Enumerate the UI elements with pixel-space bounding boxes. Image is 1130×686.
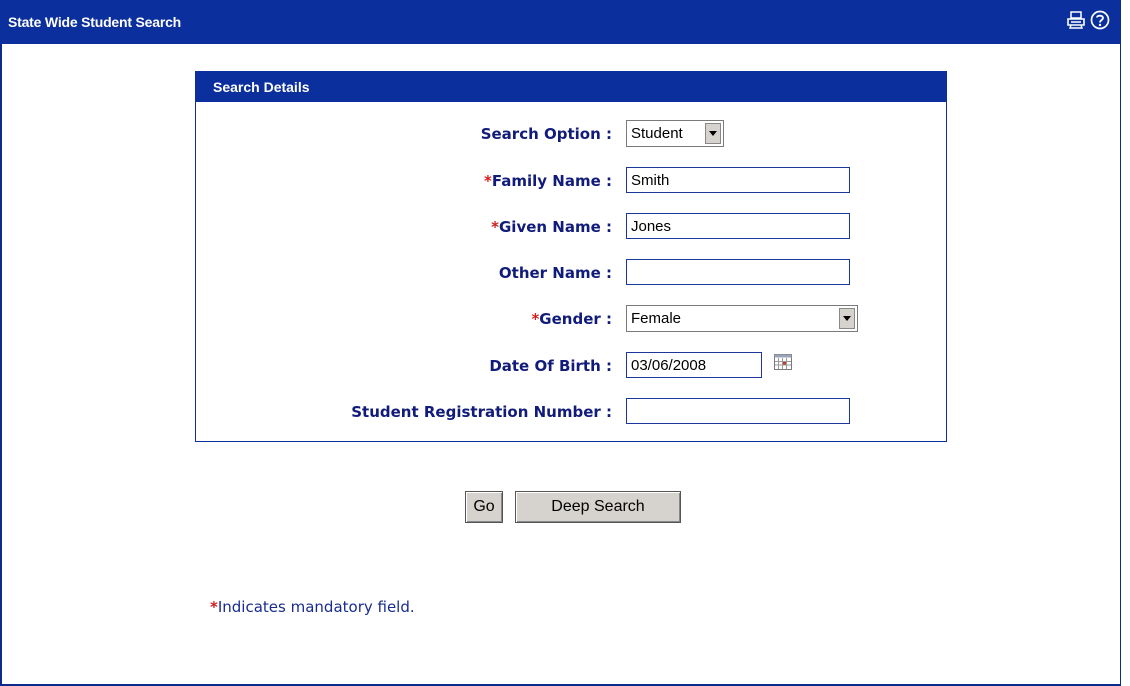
help-icon[interactable] [1090, 10, 1110, 30]
deep-search-button[interactable]: Deep Search [515, 491, 681, 523]
dob-row: Date Of Birth : [196, 352, 946, 380]
go-button[interactable]: Go [465, 491, 503, 523]
family-name-label: *Family Name : [484, 167, 612, 195]
gender-select[interactable]: Female [626, 305, 858, 332]
given-name-row: *Given Name : [196, 213, 946, 241]
family-name-input[interactable] [626, 167, 850, 193]
window-title: State Wide Student Search [8, 14, 182, 30]
gender-label-text: Gender : [539, 310, 612, 328]
title-bar: State Wide Student Search [0, 0, 1120, 44]
dob-label: Date Of Birth : [489, 357, 612, 375]
chevron-down-icon[interactable] [839, 308, 855, 329]
required-mark: * [491, 218, 499, 236]
mandatory-note: *Indicates mandatory field. [210, 598, 415, 616]
srn-row: Student Registration Number : [196, 398, 946, 426]
search-option-label: Search Option : [480, 125, 612, 143]
srn-label: Student Registration Number : [351, 403, 612, 421]
given-name-label: *Given Name : [491, 213, 612, 241]
search-option-row: Search Option : Student [196, 120, 946, 148]
other-name-row: Other Name : [196, 259, 946, 287]
mandatory-note-text: Indicates mandatory field. [217, 598, 415, 616]
gender-row: *Gender : Female [196, 305, 946, 333]
gender-value: Female [631, 310, 682, 327]
dob-field [626, 352, 806, 380]
other-name-input[interactable] [626, 259, 850, 285]
other-name-label: Other Name : [498, 264, 612, 282]
srn-input[interactable] [626, 398, 850, 424]
required-mark: * [484, 172, 492, 190]
chevron-down-icon[interactable] [705, 123, 721, 144]
search-option-select[interactable]: Student [626, 120, 724, 147]
family-name-row: *Family Name : [196, 167, 946, 195]
calendar-icon[interactable] [774, 354, 792, 370]
title-icons [1066, 10, 1110, 30]
search-option-value: Student [631, 125, 683, 142]
required-mark: * [210, 598, 218, 616]
panel-title: Search Details [196, 72, 946, 102]
printer-icon[interactable] [1066, 10, 1086, 30]
search-details-panel: Search Details Search Option : Student *… [195, 71, 947, 442]
given-name-label-text: Given Name : [498, 218, 612, 236]
family-name-label-text: Family Name : [491, 172, 612, 190]
given-name-input[interactable] [626, 213, 850, 239]
gender-label: *Gender : [531, 305, 612, 333]
dob-input[interactable] [626, 352, 762, 378]
